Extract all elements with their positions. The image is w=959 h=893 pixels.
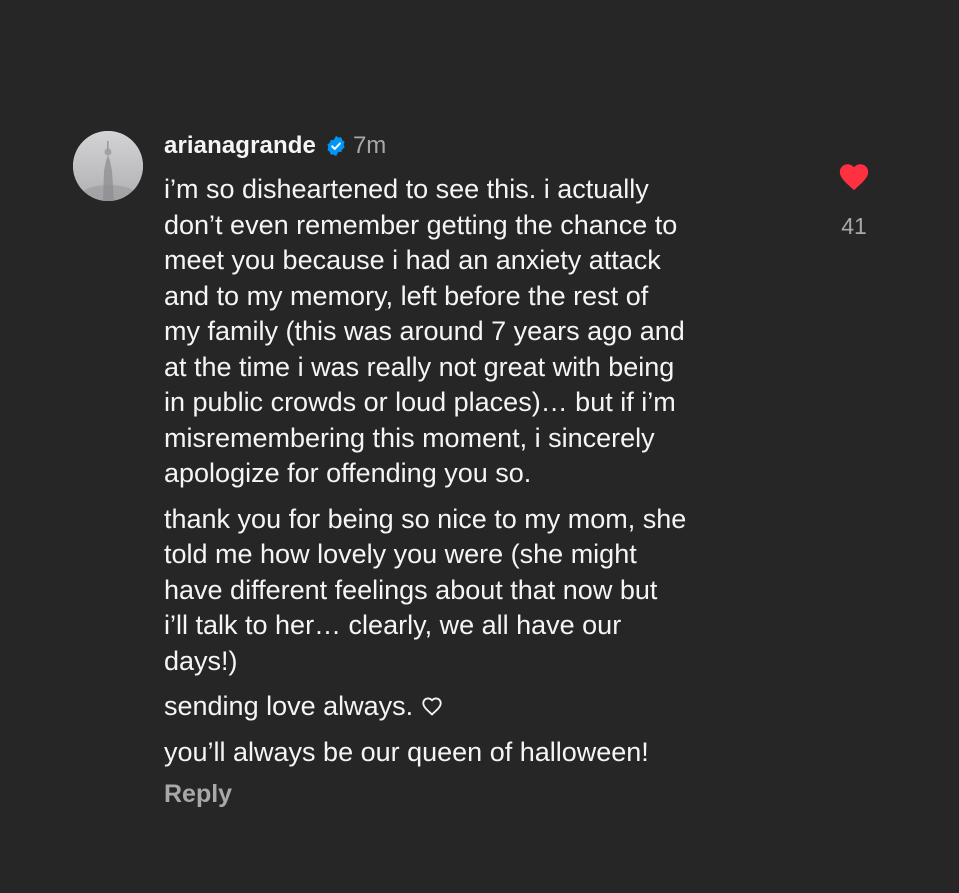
like-count: 41	[841, 213, 867, 239]
comment-line: days!)	[164, 645, 238, 676]
avatar[interactable]	[73, 131, 143, 201]
comment-line: you’ll always be our queen of halloween!	[164, 736, 649, 767]
comment-body: i’m so disheartened to see this. i actua…	[164, 172, 814, 780]
avatar-photo	[73, 131, 143, 201]
comment-line: at the time i was really not great with …	[164, 351, 675, 382]
reply-button[interactable]: Reply	[164, 780, 232, 809]
comment-line: sending love always.	[164, 689, 814, 725]
comment-paragraph: thank you for being so nice to my mom, s…	[164, 502, 814, 680]
comment-line: meet you because i had an anxiety attack	[164, 245, 661, 275]
username-link[interactable]: arianagrande	[164, 132, 316, 160]
comment-line: my family (this was around 7 years ago a…	[164, 316, 685, 346]
comment-paragraph: you’ll always be our queen of halloween!	[164, 735, 814, 771]
comment: arianagrande 7m i’m so disheartened to s…	[0, 0, 959, 893]
comment-line: apologize for offending you so.	[164, 458, 532, 488]
comment-line: thank you for being so nice to my mom, s…	[164, 503, 687, 534]
heart-outline-icon	[421, 696, 443, 716]
comment-header: arianagrande 7m	[164, 128, 386, 164]
comment-line: have different feelings about that now b…	[164, 574, 658, 605]
comment-line: in public crowds or loud places)… but if…	[164, 387, 676, 417]
comment-line: i’ll talk to her… clearly, we all have o…	[164, 610, 622, 640]
comment-paragraph: i’m so disheartened to see this. i actua…	[164, 172, 814, 492]
comment-line: misremembering this moment, i sincerely	[164, 422, 655, 453]
verified-badge-icon	[325, 135, 347, 157]
comment-paragraph: sending love always.	[164, 689, 814, 725]
comment-line-text: sending love always.	[164, 691, 414, 721]
comment-line: i’m so disheartened to see this. i actua…	[164, 174, 649, 204]
comment-line: told me how lovely you were (she might	[164, 539, 637, 569]
comment-line: don’t even remember getting the chance t…	[164, 209, 678, 240]
comment-line: and to my memory, left before the rest o…	[164, 280, 649, 311]
timestamp: 7m	[352, 132, 387, 159]
heart-filled-icon[interactable]	[837, 160, 871, 192]
like-button[interactable]: 41	[834, 160, 874, 240]
